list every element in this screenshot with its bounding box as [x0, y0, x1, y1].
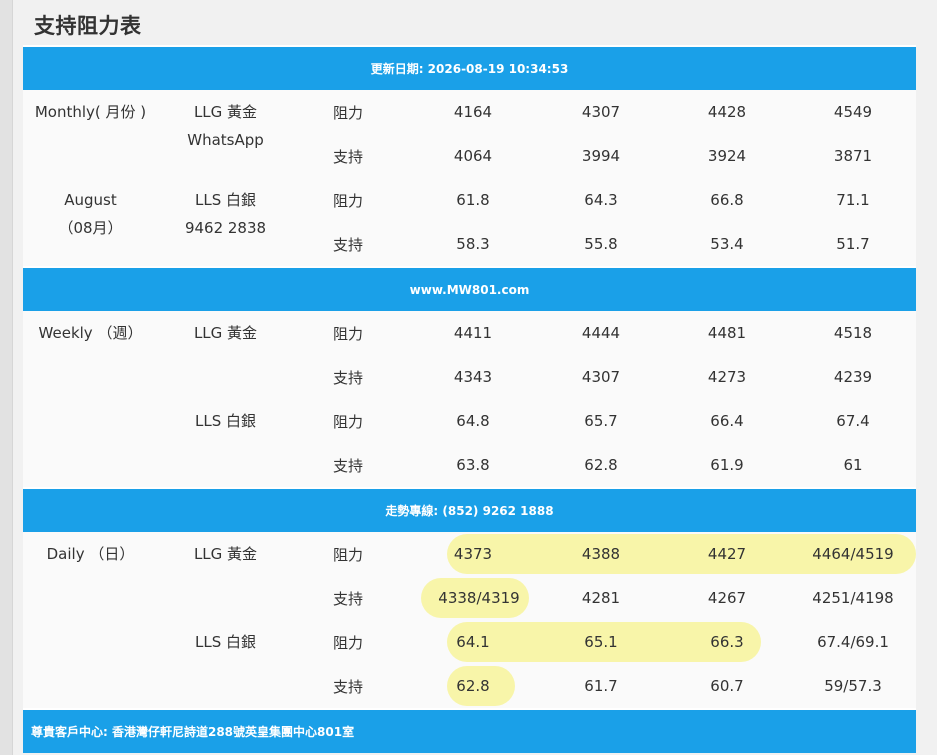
value-cell: 67.4/69.1: [817, 633, 889, 651]
value-cell: 66.3: [710, 633, 744, 651]
row-type: 支持: [332, 456, 363, 475]
value-cell: 4343: [453, 368, 493, 386]
value-cell: 66.8: [710, 191, 744, 209]
row-type: 阻力: [332, 545, 363, 564]
table-row: 阻力 4164 4307 4428 4549: [23, 90, 916, 134]
table-row: 阻力 64.8 65.7 66.4 67.4: [23, 399, 916, 443]
page-title: 支持阻力表: [34, 14, 142, 38]
value-cell: 51.7: [836, 235, 870, 253]
table-row: 支持 4343 4307 4273 4239: [23, 355, 916, 399]
value-cell: 4481: [707, 324, 747, 342]
daily-section: Daily （日） LLG 黃金 LLS 白銀 阻力 4373 4388 442…: [23, 532, 916, 708]
value-cell: 66.4: [710, 412, 744, 430]
value-cell: 61: [843, 456, 863, 474]
value-cell: 4428: [707, 103, 747, 121]
value-cell: 3924: [707, 147, 747, 165]
support-resistance-table: 更新日期: 2026-08-19 10:34:53 Monthly( 月份 ) …: [23, 45, 916, 753]
table-row: 阻力 4373 4388 4427 4464/4519: [23, 532, 916, 576]
table-row: 支持 63.8 62.8 61.9 61: [23, 443, 916, 487]
value-cell: 60.7: [710, 677, 744, 695]
table-row: 支持 62.8 61.7 60.7 59/57.3: [23, 664, 916, 708]
table-row: 支持 4338/4319 4281 4267 4251/4198: [23, 576, 916, 620]
value-cell: 3994: [581, 147, 621, 165]
content-panel: 支持阻力表 更新日期: 2026-08-19 10:34:53 Monthly(…: [12, 0, 937, 755]
row-type: 阻力: [332, 324, 363, 343]
value-cell: 71.1: [836, 191, 870, 209]
value-cell: 4307: [581, 103, 621, 121]
value-cell: 4064: [453, 147, 493, 165]
value-cell: 4373: [453, 545, 493, 563]
value-cell: 4273: [707, 368, 747, 386]
row-type: 支持: [332, 368, 363, 387]
row-type: 阻力: [332, 412, 363, 431]
website-band: www.MW801.com: [23, 266, 916, 311]
client-center-band: 尊貴客戶中心: 香港灣仔軒尼詩道288號英皇集團中心801室: [23, 708, 916, 753]
row-type: 支持: [332, 677, 363, 696]
value-cell: 4267: [707, 589, 747, 607]
value-cell: 58.3: [456, 235, 490, 253]
value-cell: 3871: [833, 147, 873, 165]
value-cell: 61.8: [456, 191, 490, 209]
table-row: 阻力 64.1 65.1 66.3 67.4/69.1: [23, 620, 916, 664]
value-cell: 61.9: [710, 456, 744, 474]
value-cell: 62.8: [584, 456, 618, 474]
value-cell: 67.4: [836, 412, 870, 430]
value-cell: 64.3: [584, 191, 618, 209]
value-cell: 65.1: [584, 633, 618, 651]
value-cell: 4444: [581, 324, 621, 342]
update-date-band: 更新日期: 2026-08-19 10:34:53: [23, 45, 916, 90]
value-cell: 4388: [581, 545, 621, 563]
table-row: 支持 4064 3994 3924 3871: [23, 134, 916, 178]
value-cell: 4411: [453, 324, 493, 342]
value-cell: 64.1: [456, 633, 490, 651]
value-cell: 62.8: [456, 677, 490, 695]
value-cell: 4164: [453, 103, 493, 121]
table-row: 阻力 4411 4444 4481 4518: [23, 311, 916, 355]
value-cell: 63.8: [456, 456, 490, 474]
row-type: 阻力: [332, 191, 363, 210]
row-type: 支持: [332, 147, 363, 166]
value-cell: 61.7: [584, 677, 618, 695]
value-cell: 55.8: [584, 235, 618, 253]
value-cell: 4518: [833, 324, 873, 342]
value-cell: 4281: [581, 589, 621, 607]
value-cell: 4464/4519: [812, 545, 894, 563]
value-cell: 64.8: [456, 412, 490, 430]
value-cell: 4338/4319: [438, 589, 520, 607]
value-cell: 65.7: [584, 412, 618, 430]
row-type: 阻力: [332, 103, 363, 122]
hotline-band: 走勢專線: (852) 9262 1888: [23, 487, 916, 532]
left-rail: [0, 0, 12, 755]
table-row: 阻力 61.8 64.3 66.8 71.1: [23, 178, 916, 222]
value-cell: 59/57.3: [824, 677, 882, 695]
weekly-section: Weekly （週） LLG 黃金 LLS 白銀 阻力 4411 4444 44…: [23, 311, 916, 487]
value-cell: 53.4: [710, 235, 744, 253]
monthly-section: Monthly( 月份 ) August （08月） LLG 黃金 WhatsA…: [23, 90, 916, 266]
value-cell: 4251/4198: [812, 589, 894, 607]
value-cell: 4307: [581, 368, 621, 386]
value-cell: 4427: [707, 545, 747, 563]
row-type: 支持: [332, 589, 363, 608]
table-row: 支持 58.3 55.8 53.4 51.7: [23, 222, 916, 266]
value-cell: 4549: [833, 103, 873, 121]
row-type: 支持: [332, 235, 363, 254]
row-type: 阻力: [332, 633, 363, 652]
value-cell: 4239: [833, 368, 873, 386]
